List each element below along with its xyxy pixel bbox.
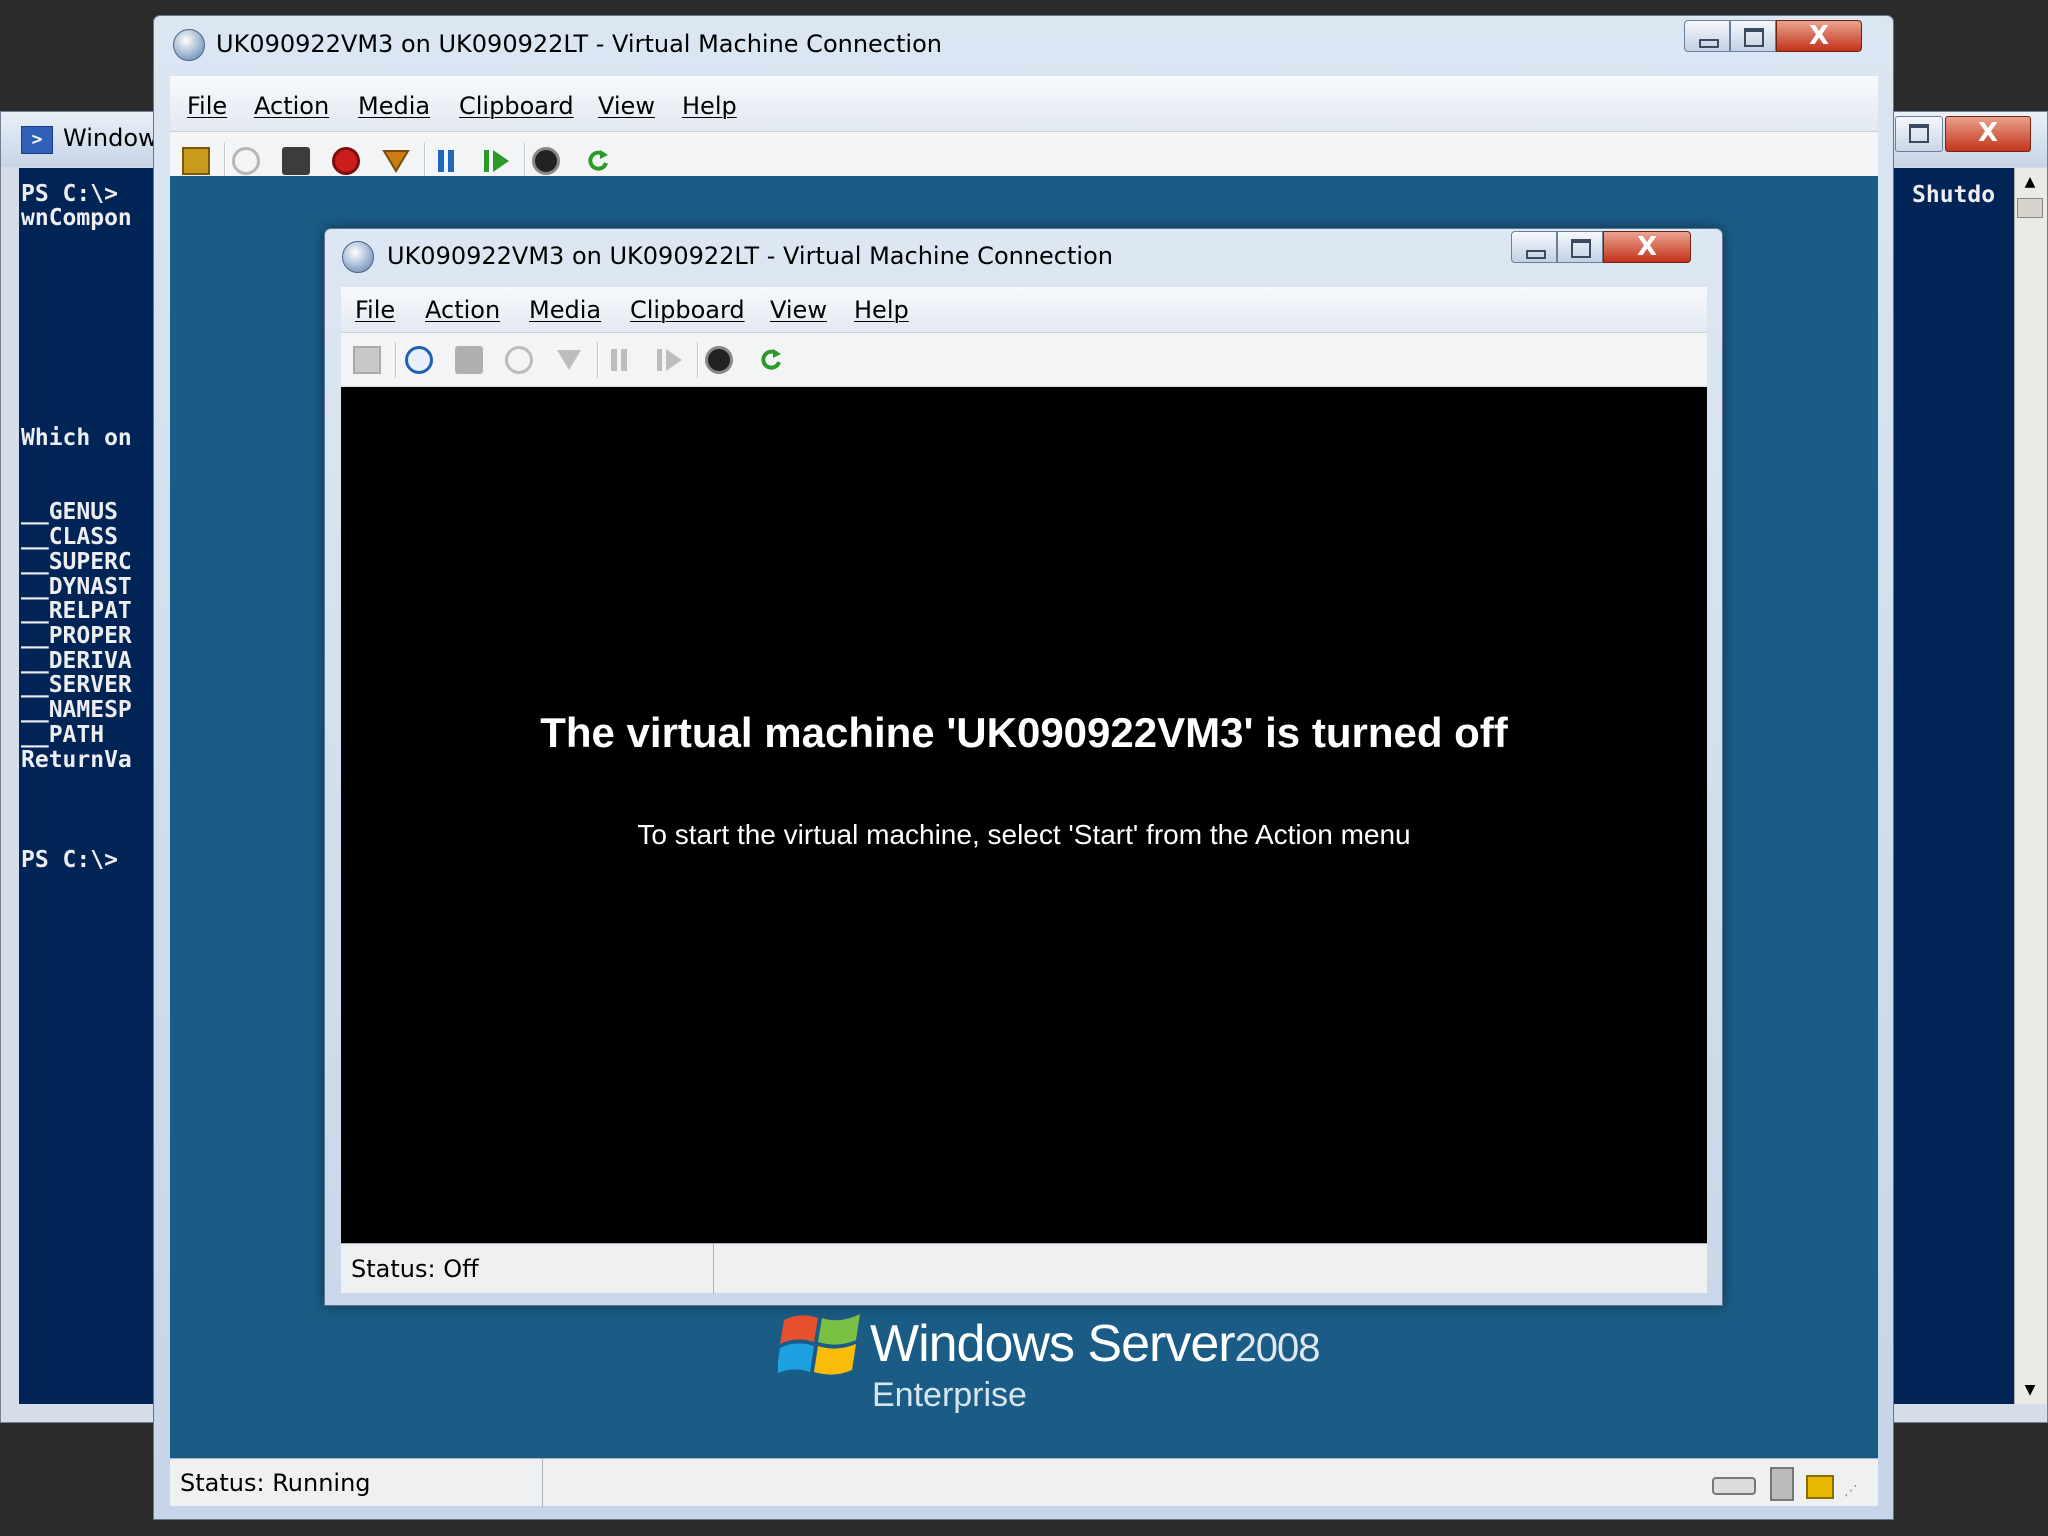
toolbar-separator — [524, 143, 526, 179]
outer-status-text: Status: Running — [180, 1469, 371, 1497]
inner-statusbar: Status: Off — [341, 1243, 1707, 1294]
inner-window-title: UK090922VM3 on UK090922LT - Virtual Mach… — [387, 242, 1113, 270]
mouse-icon — [1770, 1467, 1794, 1501]
powershell-icon: > — [21, 126, 53, 154]
resume-icon[interactable] — [655, 346, 683, 374]
console-line: __CLASS — [21, 524, 118, 550]
inner-status-text: Status: Off — [351, 1255, 479, 1283]
inner-close-button[interactable]: X — [1603, 231, 1691, 263]
vm-connection-icon — [173, 29, 205, 61]
keyboard-icon — [1712, 1477, 1756, 1495]
ctrl-alt-del-icon[interactable] — [353, 346, 381, 374]
turn-off-icon[interactable] — [455, 346, 483, 374]
windows-flag-icon — [778, 1314, 860, 1375]
product-name: Windows Server2008 — [870, 1314, 1321, 1374]
resize-grip-icon[interactable]: ⋰ — [1844, 1483, 1858, 1499]
lock-icon — [1806, 1475, 1834, 1499]
maximize-icon — [1744, 28, 1764, 47]
menu-help[interactable]: Help — [682, 92, 737, 120]
outer-menubar: File Action Media Clipboard View Help — [170, 76, 1878, 132]
minimize-icon — [1526, 250, 1546, 259]
toolbar-separator — [597, 342, 599, 378]
ctrl-alt-del-icon[interactable] — [182, 147, 210, 175]
status-divider — [713, 1244, 714, 1294]
console-line: __NAMESP — [21, 697, 132, 723]
console-line: Shutdo — [1912, 182, 1996, 208]
shutdown-icon[interactable] — [332, 147, 360, 175]
scroll-thumb[interactable] — [2017, 198, 2043, 218]
vm-off-heading: The virtual machine 'UK090922VM3' is tur… — [540, 709, 1508, 756]
windows-server-logo: Windows Server2008 Enterprise — [778, 1306, 1338, 1426]
console-line: __SUPERC — [21, 549, 132, 575]
toolbar-separator — [224, 143, 226, 179]
resume-icon[interactable] — [482, 147, 510, 175]
console-line: __RELPAT — [21, 598, 132, 624]
status-divider — [542, 1459, 543, 1507]
menu-clipboard[interactable]: Clipboard — [630, 296, 745, 324]
console-line: __SERVER — [21, 672, 132, 698]
product-edition: Enterprise — [872, 1376, 1027, 1414]
powershell-title: Window — [63, 124, 158, 152]
menu-action[interactable]: Action — [254, 92, 329, 120]
console-line: PS C:\> — [21, 181, 118, 207]
scroll-down-arrow-icon[interactable]: ▼ — [2017, 1378, 2043, 1402]
console-line: ReturnVa — [21, 747, 132, 773]
vm-off-instructions: To start the virtual machine, select 'St… — [637, 819, 1411, 850]
save-icon[interactable] — [555, 346, 583, 374]
turn-off-icon[interactable] — [282, 147, 310, 175]
inner-toolbar — [341, 333, 1707, 387]
vm-connection-icon — [342, 241, 374, 273]
menu-action[interactable]: Action — [425, 296, 500, 324]
shutdown-icon[interactable] — [505, 346, 533, 374]
snapshot-icon[interactable] — [705, 346, 733, 374]
inner-vm-screen[interactable]: The virtual machine 'UK090922VM3' is tur… — [341, 387, 1707, 1243]
console-line: __GENUS — [21, 499, 118, 525]
menu-view[interactable]: View — [598, 92, 655, 120]
product-year: 2008 — [1234, 1326, 1321, 1370]
console-line: __DYNAST — [21, 574, 132, 600]
powershell-close-button[interactable]: X — [1945, 116, 2031, 152]
maximize-icon — [1571, 239, 1591, 258]
inner-menubar: File Action Media Clipboard View Help — [341, 287, 1707, 333]
snapshot-icon[interactable] — [532, 147, 560, 175]
start-icon[interactable] — [232, 147, 260, 175]
start-icon[interactable] — [405, 346, 433, 374]
scroll-up-arrow-icon[interactable]: ▲ — [2017, 170, 2043, 194]
console-line: wnCompon — [21, 205, 132, 231]
console-line: Which on — [21, 425, 132, 451]
menu-media[interactable]: Media — [358, 92, 430, 120]
powershell-restore-button[interactable] — [1895, 116, 1943, 152]
console-line: __DERIVA — [21, 648, 132, 674]
pause-icon[interactable] — [605, 346, 633, 374]
console-line: PS C:\> — [21, 847, 118, 873]
console-line: __PATH — [21, 722, 105, 748]
revert-icon[interactable] — [584, 147, 612, 175]
outer-minimize-button[interactable] — [1684, 20, 1730, 52]
toolbar-separator — [697, 342, 699, 378]
powershell-scrollbar[interactable]: ▲ ▼ — [2014, 168, 2047, 1404]
product-name-text: Windows Server — [870, 1315, 1236, 1373]
outer-window-title: UK090922VM3 on UK090922LT - Virtual Mach… — [216, 30, 942, 58]
menu-clipboard[interactable]: Clipboard — [459, 92, 574, 120]
outer-maximize-button[interactable] — [1730, 20, 1776, 52]
toolbar-separator — [424, 143, 426, 179]
console-line: __PROPER — [21, 623, 132, 649]
restore-icon — [1909, 124, 1929, 143]
inner-maximize-button[interactable] — [1557, 231, 1603, 263]
inner-minimize-button[interactable] — [1511, 231, 1557, 263]
menu-view[interactable]: View — [770, 296, 827, 324]
save-icon[interactable] — [382, 147, 410, 175]
inner-vm-connection-window[interactable]: UK090922VM3 on UK090922LT - Virtual Mach… — [324, 228, 1723, 1306]
revert-icon[interactable] — [757, 346, 785, 374]
pause-icon[interactable] — [432, 147, 460, 175]
menu-help[interactable]: Help — [854, 296, 909, 324]
menu-file[interactable]: File — [355, 296, 395, 324]
outer-close-button[interactable]: X — [1776, 20, 1862, 52]
toolbar-separator — [395, 342, 397, 378]
minimize-icon — [1699, 39, 1719, 48]
menu-media[interactable]: Media — [529, 296, 601, 324]
outer-statusbar: Status: Running ⋰ — [170, 1458, 1878, 1507]
menu-file[interactable]: File — [187, 92, 227, 120]
